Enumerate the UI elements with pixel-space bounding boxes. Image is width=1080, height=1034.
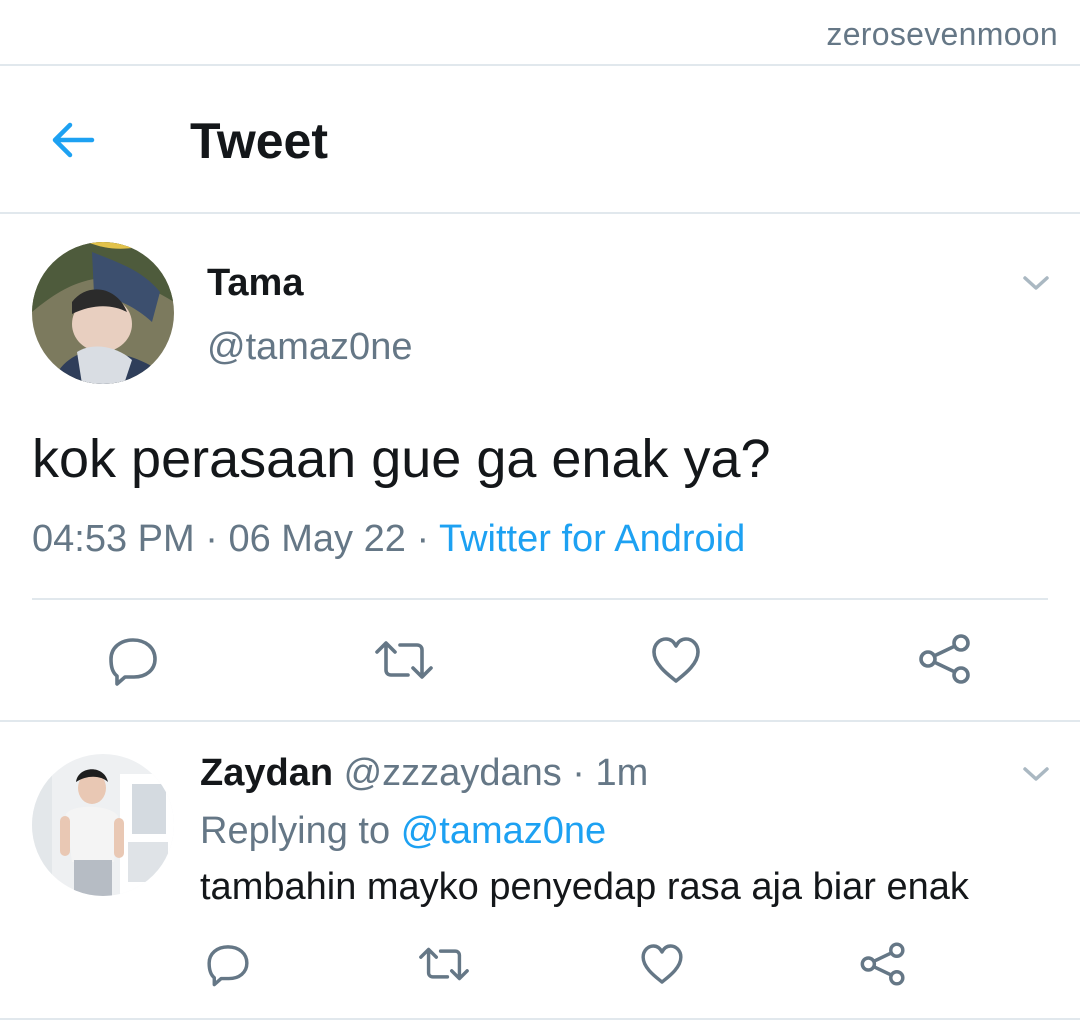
separator: · — [205, 518, 218, 560]
share-icon — [860, 942, 905, 986]
watermark: zerosevenmoon — [826, 16, 1058, 52]
tweet-text: kok perasaan gue ga enak ya? — [32, 429, 771, 489]
divider — [0, 1018, 1080, 1020]
chevron-down-icon — [1023, 276, 1049, 290]
back-arrow-icon — [52, 122, 95, 158]
reply-button[interactable] — [105, 632, 161, 688]
back-button[interactable] — [48, 116, 100, 164]
separator: · — [572, 752, 585, 794]
divider — [0, 720, 1080, 722]
reply-more-options-button[interactable] — [1020, 763, 1052, 785]
author-handle[interactable]: @tamaz0ne — [207, 326, 412, 369]
tweet-detail-screen: zerosevenmoon Tweet Tama @tamaz0ne kok p… — [0, 0, 1080, 1034]
reply-header: Zaydan @zzzaydans · 1m — [200, 752, 648, 795]
retweet-icon — [375, 641, 433, 679]
author-name[interactable]: Tama — [207, 262, 303, 305]
reply-time: 1m — [595, 752, 649, 794]
chevron-down-icon — [1023, 767, 1049, 781]
reply-retweet-button[interactable] — [416, 940, 472, 988]
reply-author-handle[interactable]: @zzzaydans — [344, 752, 562, 794]
tweet-time: 04:53 PM — [32, 518, 195, 560]
reply-avatar[interactable] — [32, 754, 174, 896]
heart-icon — [641, 944, 683, 984]
reply-share-button[interactable] — [858, 939, 908, 989]
tweet-source-link[interactable]: Twitter for Android — [439, 518, 745, 560]
reply-author-name[interactable]: Zaydan — [200, 752, 333, 794]
retweet-icon — [419, 947, 469, 981]
divider — [0, 64, 1080, 66]
reply-text: tambahin mayko penyedap rasa aja biar en… — [200, 866, 969, 908]
replying-mention[interactable]: @tamaz0ne — [401, 810, 606, 852]
reply-icon — [109, 638, 157, 686]
share-button[interactable] — [916, 630, 974, 688]
replying-label: Replying to — [200, 810, 391, 852]
page-title: Tweet — [190, 113, 328, 169]
separator: · — [416, 518, 430, 560]
tweet-date: 06 May 22 — [228, 518, 406, 560]
divider — [0, 212, 1080, 214]
reply-reply-button[interactable] — [204, 940, 252, 988]
retweet-button[interactable] — [372, 632, 436, 688]
heart-icon — [652, 637, 700, 683]
reply-like-button[interactable] — [638, 940, 686, 988]
replying-to: Replying to @tamaz0ne — [200, 810, 606, 853]
avatar[interactable] — [32, 242, 174, 384]
reply-icon — [207, 945, 249, 987]
share-icon — [919, 634, 970, 684]
divider — [32, 598, 1048, 600]
like-button[interactable] — [648, 632, 704, 688]
tweet-meta: 04:53 PM · 06 May 22 · Twitter for Andro… — [32, 518, 745, 561]
more-options-button[interactable] — [1020, 272, 1052, 294]
